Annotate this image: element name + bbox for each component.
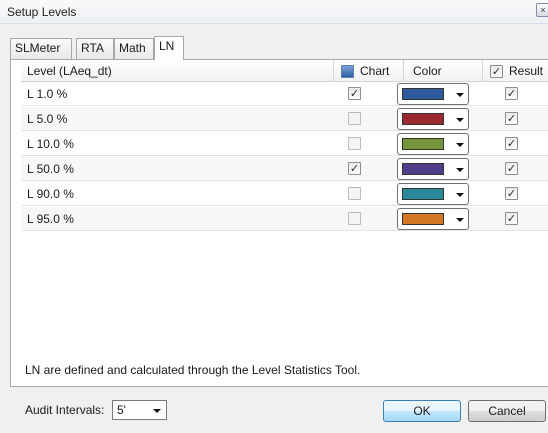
color-swatch (402, 188, 444, 200)
tab-rta[interactable]: RTA (76, 38, 114, 59)
chart-checkbox[interactable] (348, 212, 361, 225)
level-label: L 10.0 % (27, 137, 74, 151)
result-column-header: Result (509, 64, 544, 78)
color-swatch (402, 113, 444, 125)
color-select[interactable] (397, 208, 469, 230)
tab-math[interactable]: Math (114, 38, 154, 59)
result-checkbox[interactable]: ✓ (505, 187, 518, 200)
color-select[interactable] (397, 108, 469, 130)
chevron-down-icon (456, 218, 464, 222)
tab-ln[interactable]: LN (154, 36, 184, 60)
chart-icon (341, 65, 354, 78)
color-swatch (402, 163, 444, 175)
level-label: L 5.0 % (27, 112, 68, 126)
table-row: L 1.0 % ✓ ✓ (21, 82, 548, 106)
chart-checkbox[interactable] (348, 137, 361, 150)
ln-tab-panel: Level (LAeq_dt) Chart Color ✓ Result L 1… (10, 59, 548, 387)
table-row: L 50.0 % ✓ ✓ (21, 157, 548, 181)
result-checkbox[interactable]: ✓ (505, 162, 518, 175)
column-divider (403, 60, 404, 82)
column-divider (482, 60, 483, 82)
level-column-header: Level (LAeq_dt) (27, 64, 112, 78)
color-select[interactable] (397, 83, 469, 105)
chart-checkbox[interactable] (348, 187, 361, 200)
chart-checkbox[interactable]: ✓ (348, 162, 361, 175)
color-select[interactable] (397, 183, 469, 205)
table-row: L 95.0 % ✓ (21, 207, 548, 231)
result-checkbox[interactable]: ✓ (505, 212, 518, 225)
close-icon[interactable]: × (536, 3, 548, 17)
chart-column-header: Chart (360, 64, 390, 78)
result-checkbox[interactable]: ✓ (505, 137, 518, 150)
window-title: Setup Levels (7, 5, 77, 19)
tab-slmeter[interactable]: SLMeter (10, 38, 72, 59)
color-swatch (402, 213, 444, 225)
color-select[interactable] (397, 133, 469, 155)
audit-intervals-label: Audit Intervals: (25, 403, 105, 417)
title-bar: Setup Levels × (0, 0, 548, 24)
color-swatch (402, 88, 444, 100)
chevron-down-icon (456, 168, 464, 172)
result-checkbox[interactable]: ✓ (505, 87, 518, 100)
audit-intervals-value: 5' (117, 403, 126, 417)
cancel-button[interactable]: Cancel (468, 400, 546, 422)
level-label: L 90.0 % (27, 187, 74, 201)
level-label: L 1.0 % (27, 87, 68, 101)
table-row: L 5.0 % ✓ (21, 107, 548, 131)
info-text: LN are defined and calculated through th… (25, 363, 361, 377)
color-swatch (402, 138, 444, 150)
level-label: L 50.0 % (27, 162, 74, 176)
audit-intervals-select[interactable]: 5' (112, 400, 167, 420)
table-row: L 10.0 % ✓ (21, 132, 548, 156)
chevron-down-icon (456, 118, 464, 122)
result-select-all-checkbox[interactable]: ✓ (490, 65, 503, 78)
chart-checkbox[interactable]: ✓ (348, 87, 361, 100)
chevron-down-icon (456, 93, 464, 97)
column-divider (333, 60, 334, 82)
chart-checkbox[interactable] (348, 112, 361, 125)
level-label: L 95.0 % (27, 212, 74, 226)
color-select[interactable] (397, 158, 469, 180)
chevron-down-icon (456, 143, 464, 147)
ok-button[interactable]: OK (383, 400, 461, 422)
table-row: L 90.0 % ✓ (21, 182, 548, 206)
result-checkbox[interactable]: ✓ (505, 112, 518, 125)
chevron-down-icon (456, 193, 464, 197)
color-column-header: Color (413, 64, 442, 78)
chevron-down-icon (153, 409, 161, 413)
table-header: Level (LAeq_dt) Chart Color ✓ Result (21, 60, 548, 82)
